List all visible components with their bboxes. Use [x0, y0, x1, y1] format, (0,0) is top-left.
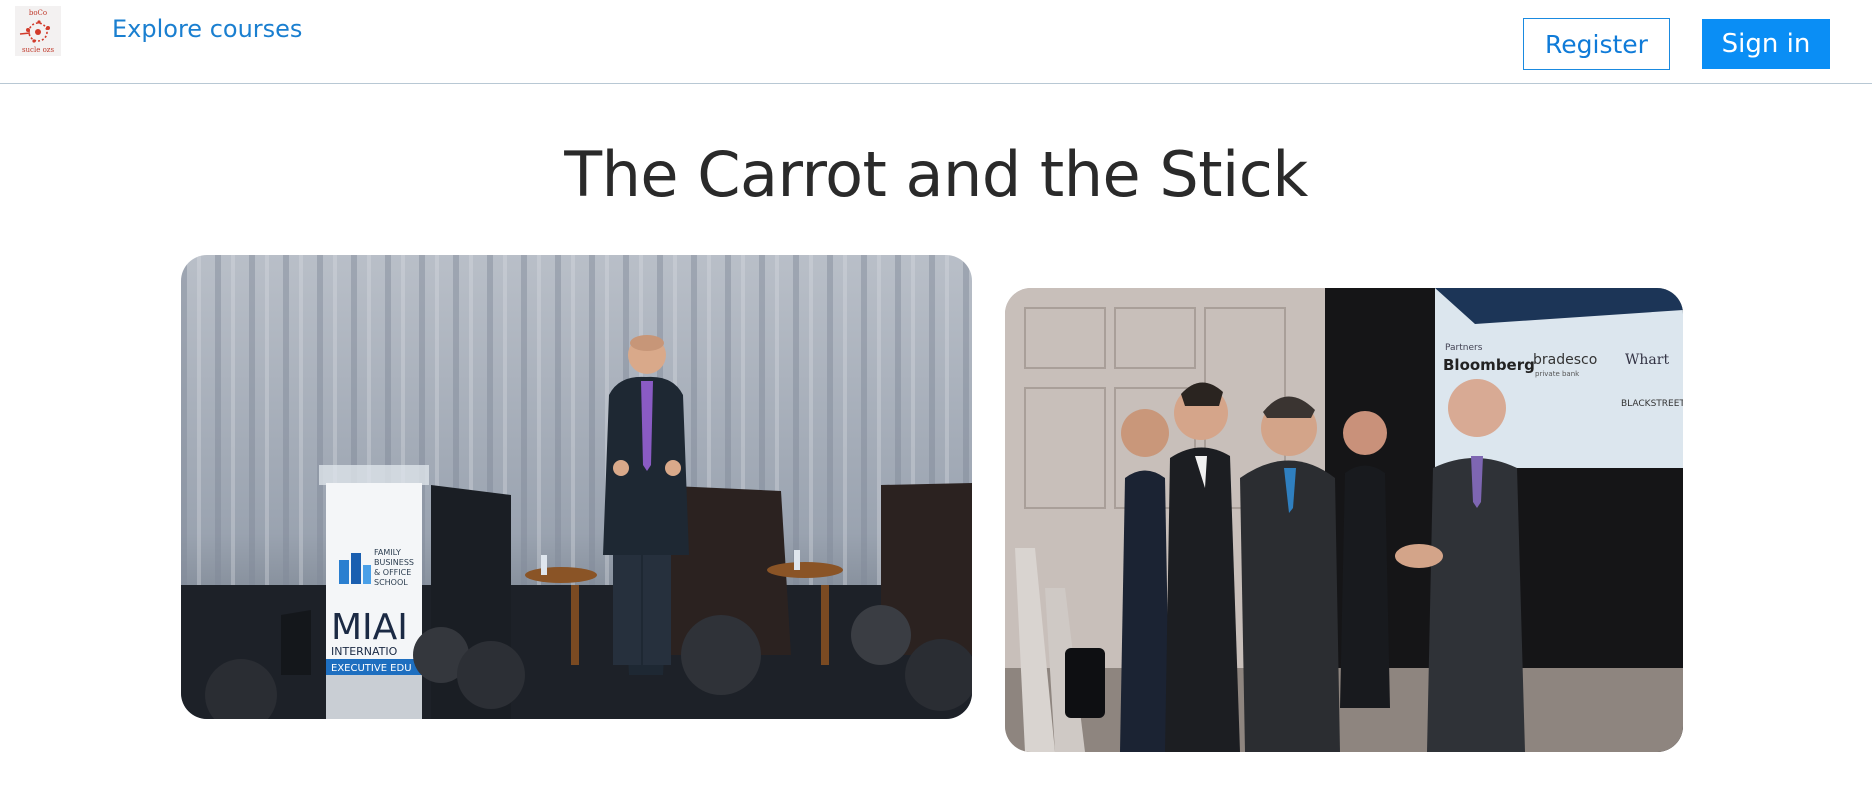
speaker-photo: FAMILY BUSINESS & OFFICE SCHOOL MIAI INT…	[181, 255, 972, 719]
site-logo[interactable]: boCo sucle ozs	[15, 6, 61, 56]
podium-sign-line-2: BUSINESS	[374, 558, 414, 567]
podium-sign-line-1: FAMILY	[374, 548, 401, 557]
explore-courses-link[interactable]: Explore courses	[112, 15, 302, 43]
podium-sign-band: EXECUTIVE EDU	[331, 663, 412, 674]
screen-logo-bloomberg: Bloomberg	[1443, 356, 1535, 374]
podium-sign-line-4: SCHOOL	[374, 578, 408, 587]
podium-sign-line-3: & OFFICE	[374, 568, 411, 577]
screen-partners-label: Partners	[1445, 343, 1483, 353]
sign-in-button[interactable]: Sign in	[1702, 19, 1830, 69]
page-title: The Carrot and the Stick	[564, 138, 1308, 211]
networking-photo-image: Partners Bloomberg bradesco private bank…	[1005, 288, 1683, 752]
podium-sign-logo: MIAI	[331, 607, 408, 648]
screen-logo-bradesco-sub: private bank	[1535, 370, 1580, 378]
podium-sign-sub: INTERNATIO	[331, 645, 398, 658]
register-button[interactable]: Register	[1523, 18, 1670, 70]
top-nav-bar: boCo sucle ozs Explore courses Register …	[0, 0, 1872, 84]
screen-logo-bradesco: bradesco	[1533, 352, 1597, 368]
screen-logo-blackstreet: BLACKSTREET	[1621, 399, 1683, 409]
screen-logo-wharton: Whart	[1625, 352, 1669, 368]
networking-photo: Partners Bloomberg bradesco private bank…	[1005, 288, 1683, 752]
logo-text-bottom: sucle ozs	[21, 46, 55, 54]
speaker-photo-image: FAMILY BUSINESS & OFFICE SCHOOL MIAI INT…	[181, 255, 972, 719]
